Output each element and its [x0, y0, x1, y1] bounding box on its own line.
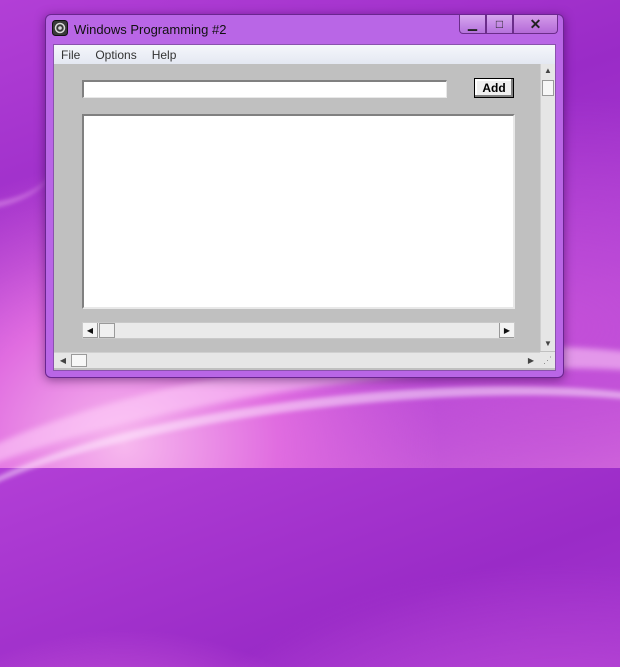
scroll-left-icon[interactable]: ◀	[56, 353, 70, 368]
window-controls: ▁ □ ✕	[459, 15, 558, 34]
size-grip-icon[interactable]: ⋰	[540, 352, 555, 368]
scroll-thumb[interactable]	[99, 323, 115, 338]
add-button[interactable]: Add	[474, 78, 514, 98]
title-bar[interactable]: Windows Programming #2 ▁ □ ✕	[46, 15, 563, 43]
client-area: File Options Help Add ◀ ▶ ▲ ▼ ◀ ▶ ⋰	[53, 44, 556, 371]
item-listbox[interactable]	[82, 114, 515, 309]
text-input[interactable]	[82, 80, 447, 98]
window-vertical-scrollbar[interactable]: ▲ ▼	[540, 64, 555, 351]
form-panel: Add ◀ ▶	[54, 64, 540, 352]
scroll-left-icon[interactable]: ◀	[83, 323, 98, 338]
window-horizontal-scrollbar[interactable]: ◀ ▶	[54, 352, 540, 368]
menu-bar: File Options Help	[54, 45, 555, 65]
maximize-icon[interactable]: □	[486, 15, 513, 34]
horizontal-scroll-thumb[interactable]	[71, 354, 87, 367]
window-title: Windows Programming #2	[74, 22, 227, 37]
app-icon[interactable]	[52, 20, 68, 36]
close-icon[interactable]: ✕	[513, 15, 558, 34]
listbox-horizontal-scrollbar[interactable]: ◀ ▶	[82, 322, 515, 339]
scroll-right-icon[interactable]: ▶	[524, 353, 538, 368]
minimize-icon[interactable]: ▁	[459, 15, 486, 34]
wallpaper-streak	[0, 352, 620, 628]
menu-file[interactable]: File	[54, 45, 88, 64]
scroll-down-icon[interactable]: ▼	[541, 337, 555, 351]
menu-options[interactable]: Options	[88, 45, 144, 64]
menu-help[interactable]: Help	[145, 45, 185, 64]
scroll-up-icon[interactable]: ▲	[541, 64, 555, 78]
app-window: Windows Programming #2 ▁ □ ✕ File Option…	[45, 14, 564, 378]
vertical-scroll-thumb[interactable]	[542, 80, 554, 96]
scroll-right-icon[interactable]: ▶	[499, 323, 514, 338]
